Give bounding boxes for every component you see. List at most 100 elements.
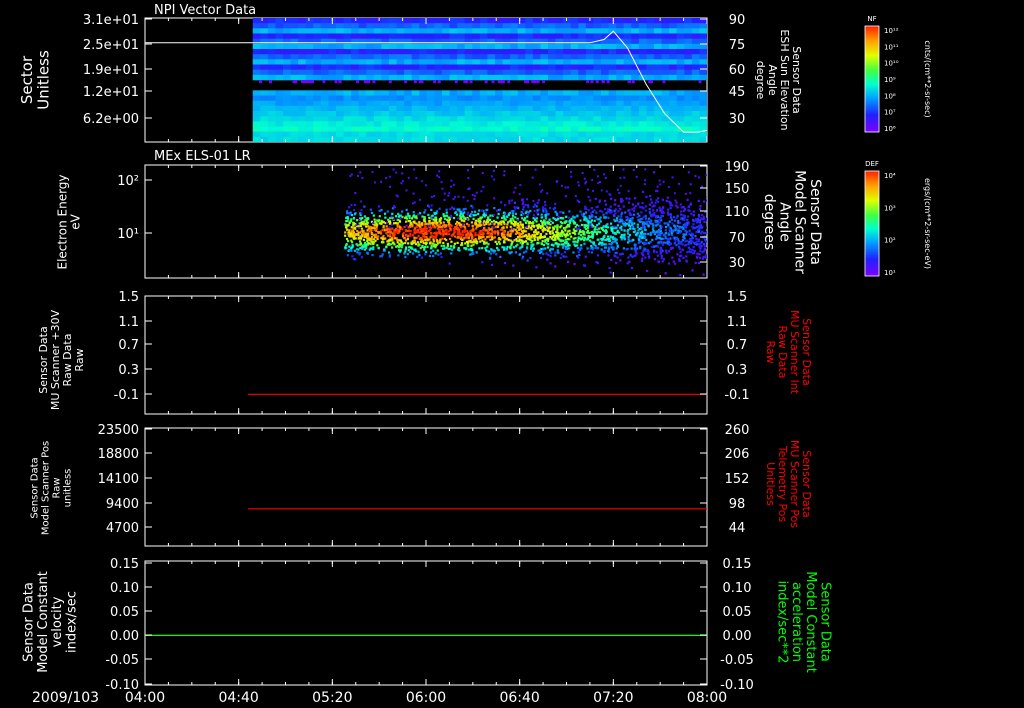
heatmap-cell bbox=[510, 49, 519, 55]
heatmap-cell bbox=[502, 116, 511, 122]
heatmap-cell bbox=[502, 49, 511, 55]
heatmap-cell bbox=[685, 233, 688, 236]
heatmap-cell bbox=[298, 64, 307, 70]
heatmap-cell bbox=[644, 214, 647, 218]
heatmap-cell bbox=[275, 64, 284, 70]
heatmap-cell bbox=[439, 252, 443, 255]
heatmap-cell bbox=[644, 205, 647, 208]
time-axis-labels: 04:00 04:40 05:20 06:00 06:40 07:20 08:00 bbox=[125, 690, 727, 706]
heatmap-cell bbox=[549, 230, 552, 233]
axis-label-line: Model Scanner Pos bbox=[41, 441, 52, 535]
heatmap-speck bbox=[653, 171, 656, 174]
heatmap-cell bbox=[609, 211, 612, 214]
heatmap-cell bbox=[576, 255, 579, 258]
heatmap-cell bbox=[267, 136, 276, 142]
heatmap-cell bbox=[669, 59, 678, 65]
heatmap-cell bbox=[586, 231, 589, 234]
heatmap-cell bbox=[517, 38, 526, 45]
colorbar-badge: DEF bbox=[865, 160, 879, 168]
heatmap-cell bbox=[638, 100, 647, 107]
heatmap-cell bbox=[474, 234, 477, 237]
heatmap-cell bbox=[426, 28, 435, 34]
heatmap-cell bbox=[634, 248, 637, 251]
heatmap-cell bbox=[525, 18, 534, 24]
heatmap-speck bbox=[623, 176, 626, 179]
heatmap-speck bbox=[372, 80, 376, 83]
heatmap-cell bbox=[389, 28, 398, 34]
heatmap-cell bbox=[570, 121, 579, 127]
heatmap-cell bbox=[366, 239, 369, 243]
heatmap-cell bbox=[404, 250, 407, 253]
heatmap-cell bbox=[389, 239, 392, 242]
heatmap-cell bbox=[463, 237, 466, 240]
heatmap-cell bbox=[495, 131, 504, 138]
heatmap-cell bbox=[474, 232, 477, 235]
heatmap-cell bbox=[260, 28, 269, 34]
heatmap-cell bbox=[642, 207, 645, 210]
heatmap-speck bbox=[366, 80, 370, 83]
heatmap-cell bbox=[674, 262, 677, 265]
heatmap-cell bbox=[691, 126, 700, 132]
left-axis-label: Electron EnergyeV bbox=[55, 174, 82, 269]
heatmap-cell bbox=[563, 43, 572, 50]
heatmap-cell bbox=[517, 126, 526, 132]
heatmap-cell bbox=[685, 255, 688, 258]
heatmap-cell bbox=[594, 246, 597, 250]
y-tick-label: 1.5 bbox=[118, 290, 139, 305]
heatmap-cell bbox=[305, 43, 314, 50]
heatmap-cell bbox=[353, 249, 357, 252]
heatmap-cell bbox=[601, 49, 610, 55]
heatmap-speck bbox=[360, 209, 363, 212]
heatmap-cell bbox=[385, 232, 388, 235]
heatmap-cell bbox=[328, 69, 337, 76]
heatmap-cell bbox=[691, 23, 700, 29]
heatmap-cell bbox=[320, 136, 329, 142]
heatmap-cell bbox=[563, 131, 572, 138]
heatmap-cell bbox=[676, 23, 685, 29]
heatmap-cell bbox=[442, 229, 445, 232]
heatmap-speck bbox=[586, 188, 589, 191]
heatmap-cell bbox=[697, 238, 700, 241]
heatmap-speck bbox=[334, 80, 338, 83]
heatmap-cell bbox=[383, 212, 387, 215]
heatmap-cell bbox=[366, 23, 375, 29]
heatmap-cell bbox=[411, 121, 420, 127]
heatmap-cell bbox=[585, 43, 594, 50]
heatmap-cell bbox=[530, 228, 533, 231]
heatmap-cell bbox=[489, 252, 492, 255]
heatmap-cell bbox=[428, 222, 432, 225]
heatmap-speck bbox=[578, 225, 581, 228]
heatmap-cell bbox=[631, 18, 640, 24]
heatmap-cell bbox=[407, 249, 410, 252]
right-y-tick-label: 70 bbox=[729, 231, 746, 246]
heatmap-cell bbox=[351, 33, 360, 39]
heatmap-speck bbox=[631, 208, 634, 211]
heatmap-cell bbox=[430, 208, 433, 211]
heatmap-cell bbox=[596, 238, 599, 241]
heatmap-cell bbox=[396, 222, 399, 225]
heatmap-speck bbox=[491, 222, 494, 225]
y-tick-label: 0.7 bbox=[118, 338, 139, 353]
heatmap-cell bbox=[464, 54, 473, 60]
heatmap-cell bbox=[283, 131, 292, 138]
heatmap-cell bbox=[487, 100, 496, 107]
colorbar-nf: NF 10¹²10¹¹10¹⁰10⁹10⁸10⁷10⁶ cnts/(cm**2-… bbox=[864, 15, 932, 133]
heatmap-cell bbox=[527, 204, 530, 207]
heatmap-speck bbox=[546, 192, 549, 195]
heatmap-cell bbox=[699, 38, 707, 45]
heatmap-cell bbox=[426, 245, 429, 248]
heatmap-speck bbox=[619, 177, 622, 180]
heatmap-cell bbox=[638, 28, 647, 34]
heatmap-cell bbox=[425, 250, 428, 254]
heatmap-cell bbox=[298, 54, 307, 60]
heatmap-cell bbox=[506, 233, 509, 236]
heatmap-cell bbox=[502, 64, 511, 70]
heatmap-cell bbox=[606, 238, 609, 241]
heatmap-cell bbox=[424, 253, 427, 256]
heatmap-cell bbox=[540, 116, 549, 122]
heatmap-cell bbox=[475, 225, 478, 228]
heatmap-cell bbox=[358, 95, 367, 101]
heatmap-cell bbox=[377, 235, 380, 238]
heatmap-cell bbox=[639, 206, 642, 209]
heatmap-cell bbox=[260, 43, 269, 50]
